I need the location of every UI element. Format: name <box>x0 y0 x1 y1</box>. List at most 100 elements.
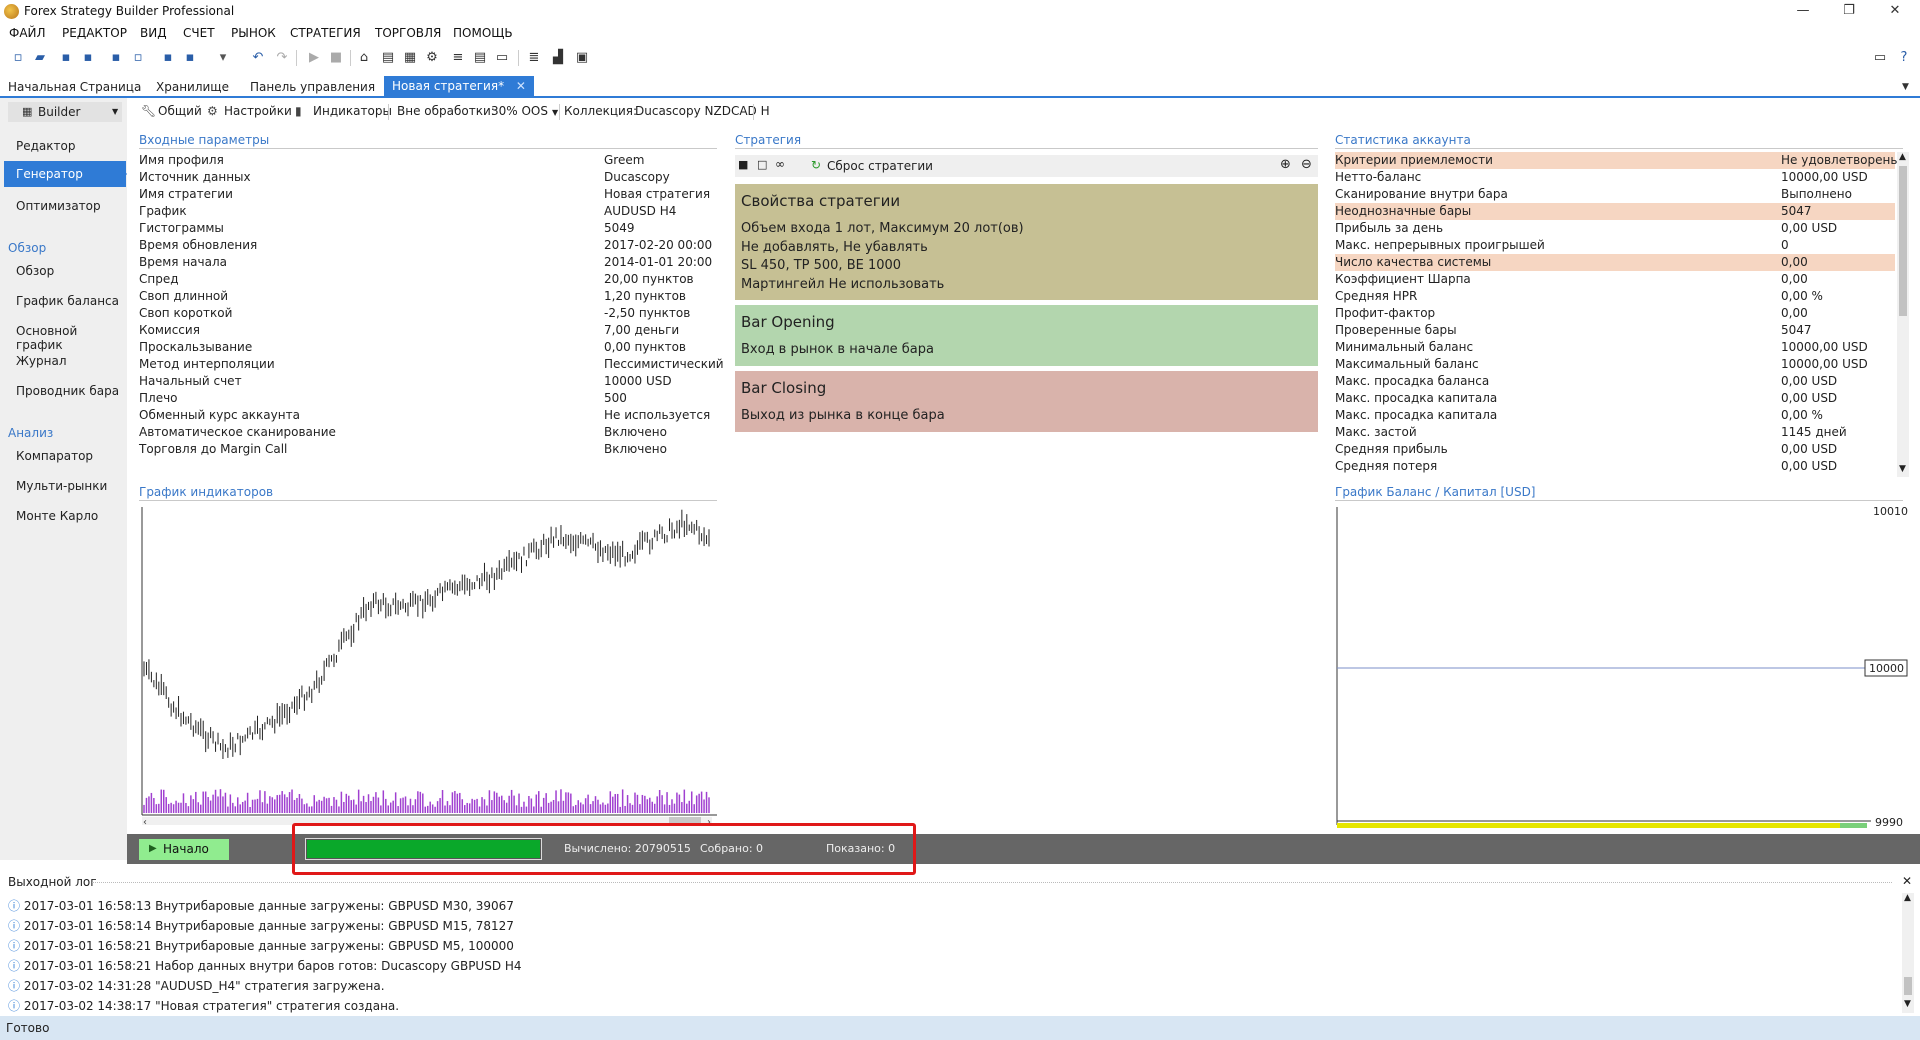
zoom-out-icon[interactable]: ⊖ <box>1301 157 1312 172</box>
zoom-in-icon[interactable]: ⊕ <box>1280 157 1291 172</box>
menu-editor[interactable]: РЕДАКТОР <box>62 26 127 40</box>
menu-file[interactable]: ФАЙЛ <box>9 26 46 40</box>
input-param-value: 0,00 пунктов <box>604 340 686 354</box>
general-button[interactable]: Общий <box>158 104 202 118</box>
help-icon[interactable]: ? <box>1896 50 1912 66</box>
scroll-up-icon[interactable]: ▲ <box>1899 152 1906 162</box>
list-icon[interactable]: ≡ <box>450 50 466 66</box>
unlock-icon[interactable]: □ <box>757 158 767 171</box>
strategy-properties-block[interactable]: Свойства стратегии Объем входа 1 лот, Ма… <box>735 184 1318 300</box>
tab-storage[interactable]: Хранилище <box>156 80 229 94</box>
export-icon[interactable]: ▪ <box>160 50 176 66</box>
input-param-value: 20,00 пунктов <box>604 272 694 286</box>
bar-opening-block[interactable]: Bar Opening Вход в рынок в начале бара <box>735 305 1318 366</box>
highlight-annotation <box>292 823 916 875</box>
chat-icon[interactable]: ▭ <box>1872 50 1888 66</box>
tab-start-page[interactable]: Начальная Страница <box>8 80 141 94</box>
menu-market[interactable]: РЫНОК <box>231 26 276 40</box>
redo-icon[interactable]: ↷ <box>274 50 290 66</box>
sidebar-item-balance-chart[interactable]: График баланса <box>16 294 119 308</box>
input-param-row: Плечо 500 <box>139 390 717 407</box>
tab-dropdown-icon[interactable]: ▼ <box>1902 82 1909 92</box>
stat-name: Сканирование внутри бара <box>1335 187 1508 201</box>
home-icon[interactable]: ⌂ <box>356 50 372 66</box>
copy-icon[interactable]: ▫ <box>130 50 146 66</box>
settings-icon[interactable]: ⚙ <box>424 50 440 66</box>
bar-closing-block[interactable]: Bar Closing Выход из рынка в конце бара <box>735 371 1318 432</box>
sidebar-item-multi-markets[interactable]: Мульти-рынки <box>16 479 107 493</box>
chevron-down-icon: ▼ <box>112 107 119 116</box>
log-scroll-thumb[interactable] <box>1904 977 1912 995</box>
oos-select[interactable]: 30% OOS ▼ <box>491 104 558 118</box>
menu-help[interactable]: ПОМОЩЬ <box>453 26 513 40</box>
input-param-value: 7,00 деньги <box>604 323 680 337</box>
close-log-icon[interactable]: ✕ <box>1902 874 1912 888</box>
settings-button[interactable]: Настройки <box>224 104 292 118</box>
import-icon[interactable]: ▪ <box>182 50 198 66</box>
sidebar-item-generator[interactable]: Генератор <box>4 161 126 187</box>
link-icon[interactable]: ∞ <box>775 157 785 171</box>
menu-view[interactable]: ВИД <box>140 26 167 40</box>
sidebar-item-overview[interactable]: Обзор <box>16 264 54 278</box>
stat-value: 0,00 <box>1781 272 1808 286</box>
stat-row: Средняя потеря 0,00 USD <box>1335 458 1895 475</box>
stat-row: Средняя прибыль 0,00 USD <box>1335 441 1895 458</box>
scroll-up-icon[interactable]: ▲ <box>1904 893 1911 903</box>
journal-icon[interactable]: ▤ <box>472 50 488 66</box>
sidebar-item-optimizer[interactable]: Оптимизатор <box>16 199 101 213</box>
log-entry: 2017-03-01 16:58:13 Внутрибаровые данные… <box>23 899 514 913</box>
lock-icon[interactable]: ■ <box>738 158 748 171</box>
chart-icon[interactable]: ▟ <box>550 50 566 66</box>
open-icon[interactable]: ▰ <box>32 50 48 66</box>
tab-control-panel[interactable]: Панель управления <box>250 80 375 94</box>
input-param-value: -2,50 пунктов <box>604 306 691 320</box>
sidebar-item-main-chart[interactable]: Основной график <box>16 324 127 352</box>
balance-axis-mid: 10000 <box>1869 662 1904 675</box>
close-tab-icon[interactable]: ✕ <box>516 79 526 93</box>
sidebar-item-monte-carlo[interactable]: Монте Карло <box>16 509 98 523</box>
input-param-row: Комиссия 7,00 деньги <box>139 322 717 339</box>
stats-scrollbar[interactable]: ▲ ▼ <box>1897 152 1909 477</box>
play-icon[interactable]: ▶ <box>306 50 322 66</box>
menu-strategy[interactable]: СТРАТЕГИЯ <box>290 26 361 40</box>
stop-icon[interactable]: ■ <box>328 50 344 66</box>
start-button[interactable]: ▶ Начало <box>139 839 229 860</box>
minimize-button[interactable]: — <box>1780 0 1826 22</box>
new-icon[interactable]: ▫ <box>10 50 26 66</box>
sidebar-item-bar-explorer[interactable]: Проводник бара <box>16 384 119 398</box>
collection-select[interactable]: Ducascopy NZDCAD H <box>635 104 770 118</box>
undo-icon[interactable]: ↶ <box>250 50 266 66</box>
storage-icon[interactable]: ▤ <box>380 50 396 66</box>
scroll-down-icon[interactable]: ▼ <box>1904 999 1911 1009</box>
sidebar-item-comparator[interactable]: Компаратор <box>16 449 93 463</box>
save-icon[interactable]: ▪ <box>58 50 74 66</box>
save-all-icon[interactable]: ▪ <box>108 50 124 66</box>
input-param-row: Торговля до Margin Call Включено <box>139 441 717 458</box>
close-button[interactable]: ✕ <box>1872 0 1918 22</box>
sidebar: ▦ Builder ▼ Редактор Генератор Оптимизат… <box>0 98 127 860</box>
document-icon[interactable]: ▭ <box>494 50 510 66</box>
sidebar-item-generator-label: Генератор <box>16 167 83 181</box>
menu-account[interactable]: СЧЕТ <box>183 26 215 40</box>
mode-selector[interactable]: ▦ Builder ▼ <box>8 102 122 122</box>
calendar-icon[interactable]: ▦ <box>402 50 418 66</box>
indicators-button[interactable]: Индикаторы <box>313 104 392 118</box>
log-scrollbar[interactable]: ▲ ▼ <box>1902 893 1914 1013</box>
hat-icon[interactable]: ▾ <box>212 50 234 66</box>
scroll-left-icon[interactable]: ‹ <box>143 817 147 825</box>
input-param-row: Обменный курс аккаунта Не используется <box>139 407 717 424</box>
input-param-row: Своп короткой -2,50 пунктов <box>139 305 717 322</box>
sidebar-item-journal[interactable]: Журнал <box>16 354 67 368</box>
sidebar-item-editor[interactable]: Редактор <box>16 139 75 153</box>
stats-scroll-thumb[interactable] <box>1899 166 1907 316</box>
stat-value: 0,00 % <box>1781 408 1823 422</box>
scroll-down-icon[interactable]: ▼ <box>1899 464 1906 474</box>
align-icon[interactable]: ≣ <box>526 50 542 66</box>
input-param-row: Гистограммы 5049 <box>139 220 717 237</box>
menu-trading[interactable]: ТОРГОВЛЯ <box>375 26 441 40</box>
maximize-button[interactable]: ❐ <box>1826 0 1872 22</box>
briefcase-icon[interactable]: ▣ <box>574 50 590 66</box>
save-as-icon[interactable]: ▪ <box>80 50 96 66</box>
reset-strategy-button[interactable]: Сброс стратегии <box>827 159 933 173</box>
tab-new-strategy[interactable]: Новая стратегия* ✕ <box>384 76 534 96</box>
